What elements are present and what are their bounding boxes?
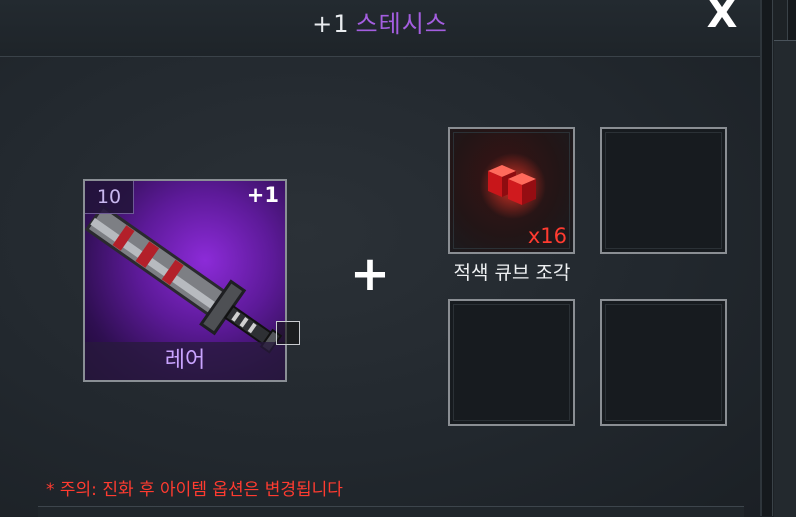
slot-inner-frame bbox=[605, 132, 722, 249]
material-slot-4[interactable] bbox=[600, 299, 727, 426]
material-name-1: 적색 큐브 조각 bbox=[453, 262, 571, 284]
material-slot-2[interactable] bbox=[600, 127, 727, 254]
slot-inner-frame bbox=[453, 304, 570, 421]
title-enhance-level: +1 bbox=[312, 10, 350, 38]
item-lock-checkbox[interactable] bbox=[276, 321, 300, 345]
title-bar: +1 스테시스 X bbox=[0, 0, 760, 57]
item-rarity-label: 레어 bbox=[85, 342, 285, 380]
warning-text: * 주의: 진화 후 아이템 옵션은 변경됩니다 bbox=[46, 480, 343, 500]
plus-icon: + bbox=[349, 246, 391, 302]
material-count: x16 bbox=[527, 224, 567, 248]
close-button[interactable]: X bbox=[700, 0, 744, 34]
panel-title: +1 스테시스 bbox=[0, 4, 760, 39]
material-slot-1[interactable]: x16 bbox=[448, 127, 575, 254]
side-bar-tab[interactable] bbox=[774, 40, 796, 517]
bottom-divider bbox=[38, 506, 744, 517]
slot-inner-frame bbox=[605, 304, 722, 421]
item-level-badge: 10 bbox=[85, 181, 134, 214]
red-cube-icon bbox=[480, 153, 546, 219]
right-side-panel bbox=[760, 0, 796, 517]
item-enhance-label: +1 bbox=[246, 183, 279, 207]
evolution-panel: +1 스테시스 X 10 +1 레어 + x16 적색 큐브 조각 * 주의: … bbox=[0, 0, 760, 517]
title-item-name: 스테시스 bbox=[355, 10, 448, 38]
item-slot[interactable]: 10 +1 레어 bbox=[83, 179, 287, 382]
material-slot-3[interactable] bbox=[448, 299, 575, 426]
